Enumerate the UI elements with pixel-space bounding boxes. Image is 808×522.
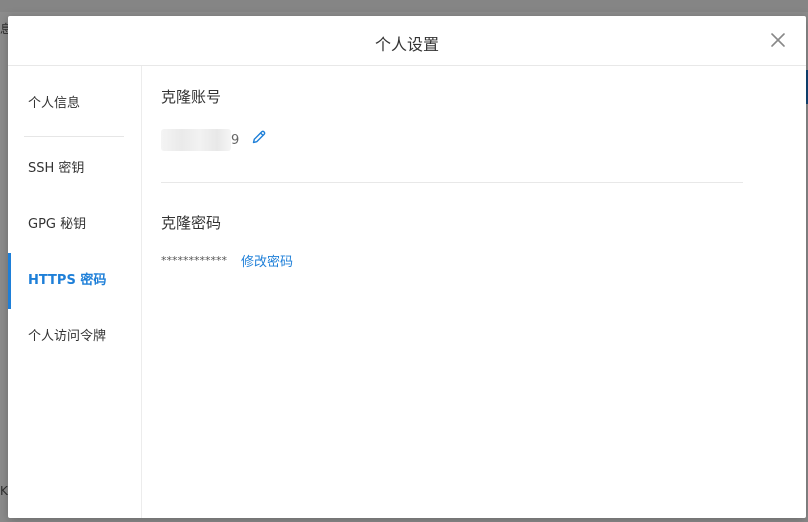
pencil-icon bbox=[253, 130, 266, 144]
sidebar-item-gpg-keys[interactable]: GPG 秘钥 bbox=[8, 197, 141, 253]
change-password-link[interactable]: 修改密码 bbox=[241, 251, 293, 270]
clone-account-title: 克隆账号 bbox=[161, 88, 222, 106]
sidebar-item-label: GPG 秘钥 bbox=[28, 217, 87, 232]
modal-header: 个人设置 bbox=[8, 16, 806, 66]
clone-password-title: 克隆密码 bbox=[161, 214, 222, 232]
sidebar-item-label: 个人信息 bbox=[28, 96, 81, 111]
sidebar-item-label: 个人访问令牌 bbox=[28, 329, 107, 344]
sidebar-divider bbox=[24, 136, 124, 137]
personal-settings-modal: 个人设置 个人信息 SSH 密钥 GPG 秘钥 HTTPS 密码 个人访问令牌 … bbox=[8, 16, 806, 518]
close-button[interactable] bbox=[768, 30, 788, 50]
sidebar-item-access-tokens[interactable]: 个人访问令牌 bbox=[8, 309, 141, 365]
account-value-tail: 9 bbox=[231, 132, 240, 148]
sidebar-item-https-password[interactable]: HTTPS 密码 bbox=[8, 253, 141, 309]
edit-account-button[interactable] bbox=[251, 129, 267, 145]
section-divider bbox=[161, 182, 743, 183]
sidebar-item-label: SSH 密钥 bbox=[28, 161, 85, 176]
account-masked-value bbox=[161, 129, 231, 151]
settings-content: 克隆账号 9 克隆密码 ************ 修改密码 bbox=[142, 66, 806, 518]
modal-title: 个人设置 bbox=[374, 35, 439, 54]
sidebar-item-label: HTTPS 密码 bbox=[28, 273, 107, 288]
sidebar-item-personal-info[interactable]: 个人信息 bbox=[8, 76, 141, 132]
password-masked-value: ************ bbox=[161, 254, 227, 267]
settings-sidebar: 个人信息 SSH 密钥 GPG 秘钥 HTTPS 密码 个人访问令牌 bbox=[8, 66, 142, 518]
sidebar-item-ssh-keys[interactable]: SSH 密钥 bbox=[8, 141, 141, 197]
close-icon bbox=[771, 33, 785, 47]
clone-account-row: 9 bbox=[161, 128, 267, 152]
clone-password-row: ************ 修改密码 bbox=[161, 251, 293, 270]
